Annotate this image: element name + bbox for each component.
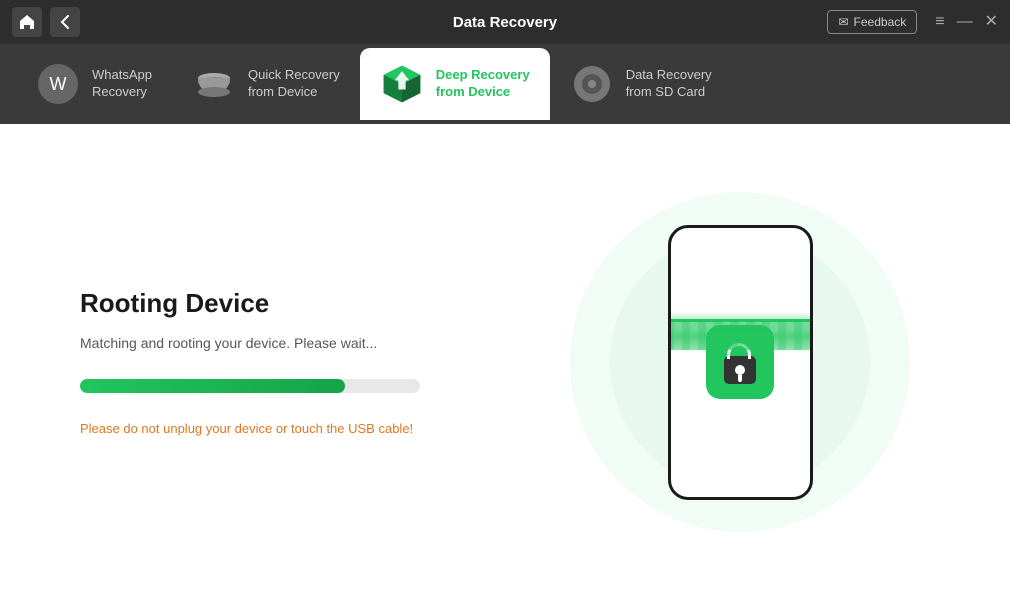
main-content: Rooting Device Matching and rooting your… xyxy=(0,124,1010,600)
key-hole-icon xyxy=(735,365,745,375)
home-button[interactable] xyxy=(12,7,42,37)
menu-button[interactable]: ≡ xyxy=(935,14,944,30)
window-controls: ≡ — ✕ xyxy=(935,14,998,30)
tab-quick-recovery[interactable]: Quick Recovery from Device xyxy=(172,48,360,120)
warning-text: Please do not unplug your device or touc… xyxy=(80,421,510,436)
rooting-description: Matching and rooting your device. Please… xyxy=(80,335,510,351)
phone-outer-circle xyxy=(570,192,910,532)
scan-beam-right xyxy=(810,348,813,376)
tab-deep-recovery[interactable]: Deep Recovery from Device xyxy=(360,48,550,120)
close-icon: ✕ xyxy=(985,13,998,30)
progress-bar-container xyxy=(80,379,420,393)
app-title: Data Recovery xyxy=(453,14,557,31)
right-panel xyxy=(550,192,930,532)
sd-card-tab-icon xyxy=(570,62,614,106)
whatsapp-tab-icon: W xyxy=(36,62,80,106)
quick-recovery-tab-label: Quick Recovery from Device xyxy=(248,67,340,101)
back-button[interactable] xyxy=(50,7,80,37)
rooting-title: Rooting Device xyxy=(80,288,510,319)
phone-frame xyxy=(668,225,813,500)
title-text: Data Recovery xyxy=(453,14,557,31)
title-bar: Data Recovery ✉ Feedback ≡ — ✕ xyxy=(0,0,1010,44)
sd-card-tab-label: Data Recovery from SD Card xyxy=(626,67,712,101)
quick-recovery-tab-icon xyxy=(192,62,236,106)
feedback-label: Feedback xyxy=(854,15,907,29)
deep-recovery-tab-icon xyxy=(380,62,424,106)
progress-bar-fill xyxy=(80,379,345,393)
left-panel: Rooting Device Matching and rooting your… xyxy=(80,288,550,436)
menu-icon: ≡ xyxy=(935,13,944,30)
deep-recovery-tab-label: Deep Recovery from Device xyxy=(436,67,530,101)
tab-whatsapp[interactable]: W WhatsApp Recovery xyxy=(16,48,172,120)
close-button[interactable]: ✕ xyxy=(985,14,998,30)
svg-text:W: W xyxy=(50,74,67,94)
title-bar-left xyxy=(12,7,80,37)
scan-beam-left xyxy=(668,348,671,376)
minimize-button[interactable]: — xyxy=(957,14,973,30)
feedback-envelope-icon: ✉ xyxy=(838,15,848,29)
feedback-button[interactable]: ✉ Feedback xyxy=(827,10,917,34)
tab-sd-card[interactable]: Data Recovery from SD Card xyxy=(550,48,732,120)
tab-bar: W WhatsApp Recovery Quick Recovery from … xyxy=(0,44,1010,124)
scan-line-top xyxy=(668,319,813,322)
title-bar-right: ✉ Feedback ≡ — ✕ xyxy=(827,10,998,34)
whatsapp-tab-label: WhatsApp Recovery xyxy=(92,67,152,101)
scan-line xyxy=(668,322,813,350)
lock-body-rect xyxy=(724,356,756,384)
minimize-icon: — xyxy=(957,13,973,30)
